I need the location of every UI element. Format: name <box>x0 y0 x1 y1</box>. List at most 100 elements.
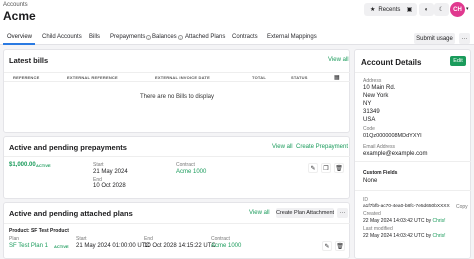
column-header[interactable]: REFERENCE <box>13 75 39 80</box>
contract-link[interactable]: Acme 1000 <box>211 243 241 249</box>
account-details-title: Account Details <box>361 58 422 67</box>
code-label: Code <box>363 126 375 132</box>
create-prepayment-link[interactable]: Create Prepayment <box>296 144 348 150</box>
star-icon: ★ <box>370 7 376 13</box>
start-label: Start <box>93 162 104 168</box>
modified-by-link[interactable]: Chris! <box>433 233 446 239</box>
contract-label: Contract <box>176 162 195 168</box>
trash-icon: 🗑 <box>336 243 344 250</box>
start-value: 21 May 2024 01:00:00 UTC <box>76 243 150 249</box>
created-by-link[interactable]: Chris! <box>433 218 446 224</box>
tab-contracts[interactable]: Contracts <box>232 34 258 40</box>
recents-button[interactable]: ★ Recents <box>364 3 407 16</box>
breadcrumb[interactable]: Accounts <box>3 2 28 8</box>
address-line: 10 Main Rd. <box>363 85 396 91</box>
address-line: USA <box>363 117 376 123</box>
prepayments-view-all-link[interactable]: View all <box>272 144 293 150</box>
prepayments-title: Active and pending prepayments <box>9 143 127 152</box>
column-header[interactable]: EXTERNAL INVOICE DATE <box>155 75 210 80</box>
bills-table-header: REFERENCE EXTERNAL REFERENCE EXTERNAL IN… <box>4 72 350 82</box>
column-header[interactable]: STATUS <box>291 75 308 80</box>
latest-bills-title: Latest bills <box>9 56 49 65</box>
palette-icon: ◐ <box>424 6 429 13</box>
gift-icon: ▣ <box>406 7 413 13</box>
avatar[interactable]: CH <box>450 2 465 17</box>
modified-label: Last modified <box>363 226 393 232</box>
bills-view-all-link[interactable]: View all <box>328 57 349 63</box>
contract-link[interactable]: Acme 1000 <box>176 169 206 175</box>
columns-icon[interactable]: ▦ <box>334 74 340 81</box>
edit-account-button[interactable]: Edit <box>450 56 466 66</box>
palette-button[interactable]: ◐ <box>419 3 434 16</box>
pencil-icon: ✎ <box>324 243 330 250</box>
email-label: Email Address <box>363 144 395 150</box>
tab-bar: Overview Child Accounts Bills Prepayment… <box>0 32 474 45</box>
trash-icon: 🗑 <box>335 165 343 172</box>
divider <box>355 72 471 73</box>
created-value: 22 May 2024 14:03:42 UTC by Chris! <box>363 218 446 224</box>
tab-prepayments[interactable]: Prepayments i <box>110 34 152 40</box>
create-plan-attachment-button[interactable]: Create Plan Attachment <box>276 208 334 218</box>
custom-fields-label: Custom Fields <box>363 170 398 176</box>
account-details-card: Account Details Edit Address 10 Main Rd.… <box>354 49 471 259</box>
pencil-icon: ✎ <box>310 165 316 172</box>
end-label: End <box>144 236 153 242</box>
tab-balances-label: Balances <box>152 34 177 40</box>
plan-link[interactable]: SF Test Plan 1 <box>9 243 48 249</box>
column-header[interactable]: TOTAL <box>252 75 266 80</box>
bills-empty-state: There are no Bills to display <box>139 94 215 100</box>
tab-prepayments-label: Prepayments <box>110 34 146 40</box>
modified-value: 22 May 2024 14:03:42 UTC by Chris! <box>363 233 446 239</box>
tab-overview[interactable]: Overview <box>7 34 32 40</box>
column-header[interactable]: EXTERNAL REFERENCE <box>67 75 118 80</box>
copy-id-button[interactable]: Copy <box>456 204 468 210</box>
start-value: 21 May 2024 <box>93 169 128 175</box>
start-label: Start <box>76 236 87 242</box>
divider <box>355 190 471 191</box>
divider <box>4 156 350 157</box>
plans-view-all-link[interactable]: View all <box>249 210 270 216</box>
code-value: 01Qz0000008MDdYXYI <box>363 133 422 139</box>
end-value: 10 Oct 2028 <box>93 183 126 189</box>
page-title: Acme <box>3 9 36 23</box>
delete-plan-button[interactable]: 🗑 <box>335 241 345 251</box>
info-icon: i <box>177 34 183 40</box>
tab-bills[interactable]: Bills <box>89 34 100 40</box>
address-line: 31349 <box>363 109 380 115</box>
id-label: ID <box>363 197 368 203</box>
info-icon: i <box>146 34 152 40</box>
custom-fields-value: None <box>363 178 378 184</box>
divider <box>355 161 471 162</box>
product-heading: Product: SF Test Product <box>9 228 69 234</box>
divider <box>4 223 350 224</box>
recents-label: Recents <box>378 6 401 13</box>
attached-plans-title: Active and pending attached plans <box>9 209 133 218</box>
edit-plan-button[interactable]: ✎ <box>322 241 332 251</box>
address-label: Address <box>363 78 382 84</box>
end-value: 10 Oct 2028 14:15:22 UTC <box>144 243 216 249</box>
latest-bills-card: Latest bills View all REFERENCE EXTERNAL… <box>3 49 350 133</box>
status-badge: ACTIVE <box>36 163 51 168</box>
dark-mode-button[interactable]: ☾ <box>434 3 449 16</box>
tab-balances[interactable]: Balances i <box>152 34 183 40</box>
prepayments-card: Active and pending prepayments View all … <box>3 136 350 199</box>
chevron-down-icon[interactable]: ▾ <box>466 6 469 12</box>
tab-attached-plans[interactable]: Attached Plans <box>185 34 225 40</box>
prepayment-amount: $1,000.00 <box>9 162 36 168</box>
submit-usage-button[interactable]: Submit usage <box>414 33 455 44</box>
plans-more-button[interactable]: ··· <box>337 208 348 218</box>
tab-child-accounts[interactable]: Child Accounts <box>42 34 82 40</box>
tab-external-mappings[interactable]: External Mappings <box>267 34 317 40</box>
address-line: NY <box>363 101 372 107</box>
plan-label: Plan <box>9 236 20 242</box>
gift-button[interactable]: ▣ <box>402 3 417 16</box>
active-tab-indicator <box>3 43 35 45</box>
more-button[interactable]: ··· <box>459 33 470 44</box>
delete-prepayment-button[interactable]: 🗑 <box>334 163 344 173</box>
contract-label: Contract <box>211 236 230 242</box>
top-bar: Accounts Acme ★ Recents ▣ ◐ ☾ CH ▾ <box>0 0 474 32</box>
copy-prepayment-button[interactable]: ❐ <box>321 163 331 173</box>
attached-plans-card: Active and pending attached plans View a… <box>3 202 350 259</box>
address-line: New York <box>363 93 389 99</box>
edit-prepayment-button[interactable]: ✎ <box>308 163 318 173</box>
